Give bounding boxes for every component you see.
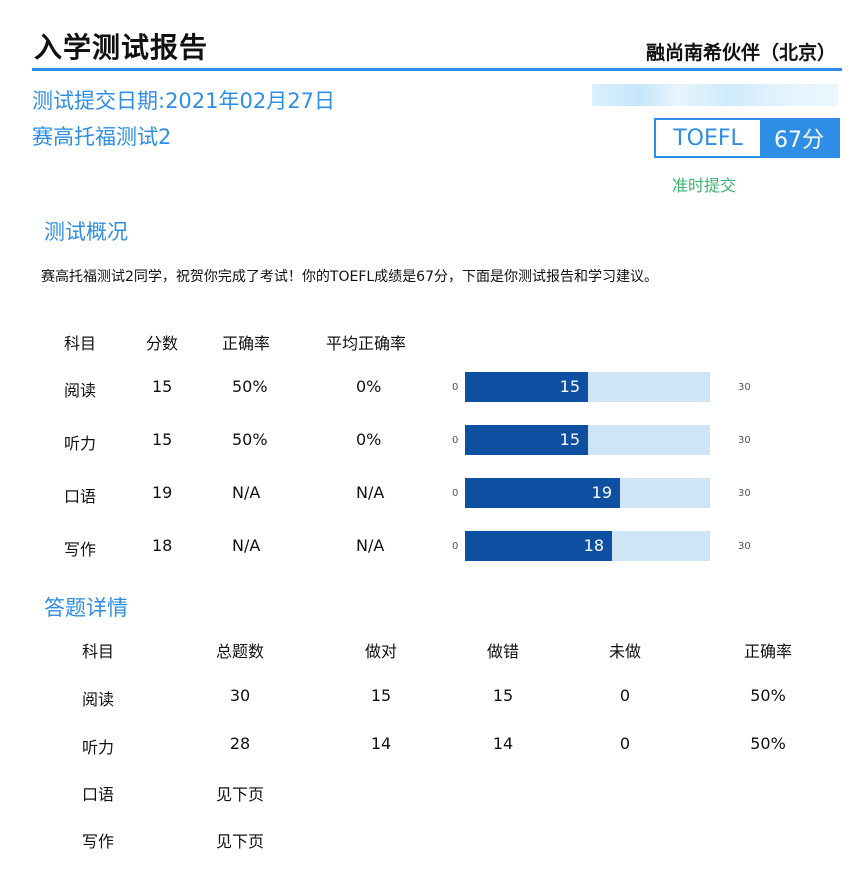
- details-subject: 写作: [81, 832, 114, 851]
- details-subject: 听力: [81, 738, 114, 757]
- bar-value-label: 15: [559, 430, 580, 449]
- bar-value-label: 18: [583, 536, 604, 555]
- details-header-unanswered: 未做: [608, 642, 641, 661]
- details-header-correct: 做对: [364, 642, 397, 661]
- details-header-accuracy: 正确率: [743, 642, 792, 661]
- bar-min-label: 0: [452, 488, 459, 499]
- score-bar-row: 0 15 30: [0, 372, 864, 406]
- organization-name: 融尚南希伙伴（北京）: [645, 42, 836, 64]
- score-bar-row: 0 19 30: [0, 478, 864, 512]
- details-heading: 答题详情: [44, 596, 128, 620]
- score-bar-row: 0 15 30: [0, 425, 864, 459]
- bar-max-label: 30: [738, 435, 751, 446]
- bar-fill: 15: [465, 372, 588, 402]
- details-unanswered: 0: [619, 734, 631, 753]
- details-total: 30: [229, 686, 251, 705]
- details-subject: 口语: [81, 785, 114, 804]
- total-score: 67分: [760, 120, 838, 156]
- submission-status: 准时提交: [672, 176, 737, 195]
- overview-heading: 测试概况: [44, 220, 128, 244]
- bar-value-label: 15: [559, 377, 580, 396]
- details-header-wrong: 做错: [486, 642, 519, 661]
- overview-header-1: 分数: [146, 334, 179, 353]
- bar-value-label: 19: [591, 483, 612, 502]
- bar-fill: 19: [465, 478, 620, 508]
- details-wrong: 15: [492, 686, 514, 705]
- exam-type-label: TOEFL: [656, 120, 760, 156]
- bar-track: 19: [465, 478, 710, 508]
- details-correct: 14: [370, 734, 392, 753]
- details-subject: 阅读: [81, 690, 114, 709]
- bar-min-label: 0: [452, 435, 459, 446]
- blurred-region: [592, 84, 838, 106]
- score-bar-row: 0 18 30: [0, 531, 864, 565]
- bar-max-label: 30: [738, 382, 751, 393]
- bar-min-label: 0: [452, 541, 459, 552]
- details-correct: 15: [370, 686, 392, 705]
- details-header-total: 总题数: [215, 642, 264, 661]
- overview-summary: 赛高托福测试2同学，祝贺你完成了考试！你的TOEFL成绩是67分，下面是你测试报…: [41, 269, 658, 285]
- bar-min-label: 0: [452, 382, 459, 393]
- submission-date: 测试提交日期:2021年02月27日: [32, 89, 335, 113]
- test-name: 赛高托福测试2: [32, 125, 172, 149]
- details-total: 见下页: [215, 832, 264, 851]
- overview-header-3: 平均正确率: [326, 334, 407, 353]
- report-title: 入学测试报告: [34, 31, 209, 64]
- header-rule: [32, 68, 842, 71]
- details-wrong: 14: [492, 734, 514, 753]
- details-unanswered: 0: [619, 686, 631, 705]
- details-total: 28: [229, 734, 251, 753]
- bar-track: 15: [465, 372, 710, 402]
- bar-max-label: 30: [738, 488, 751, 499]
- details-total: 见下页: [215, 785, 264, 804]
- details-accuracy: 50%: [750, 734, 786, 753]
- details-header-subject: 科目: [81, 642, 114, 661]
- bar-track: 18: [465, 531, 710, 561]
- bar-fill: 15: [465, 425, 588, 455]
- bar-max-label: 30: [738, 541, 751, 552]
- score-badge: TOEFL 67分: [654, 118, 840, 158]
- details-accuracy: 50%: [750, 686, 786, 705]
- bar-track: 15: [465, 425, 710, 455]
- overview-header-2: 正确率: [222, 334, 271, 353]
- overview-header-0: 科目: [64, 334, 97, 353]
- bar-fill: 18: [465, 531, 612, 561]
